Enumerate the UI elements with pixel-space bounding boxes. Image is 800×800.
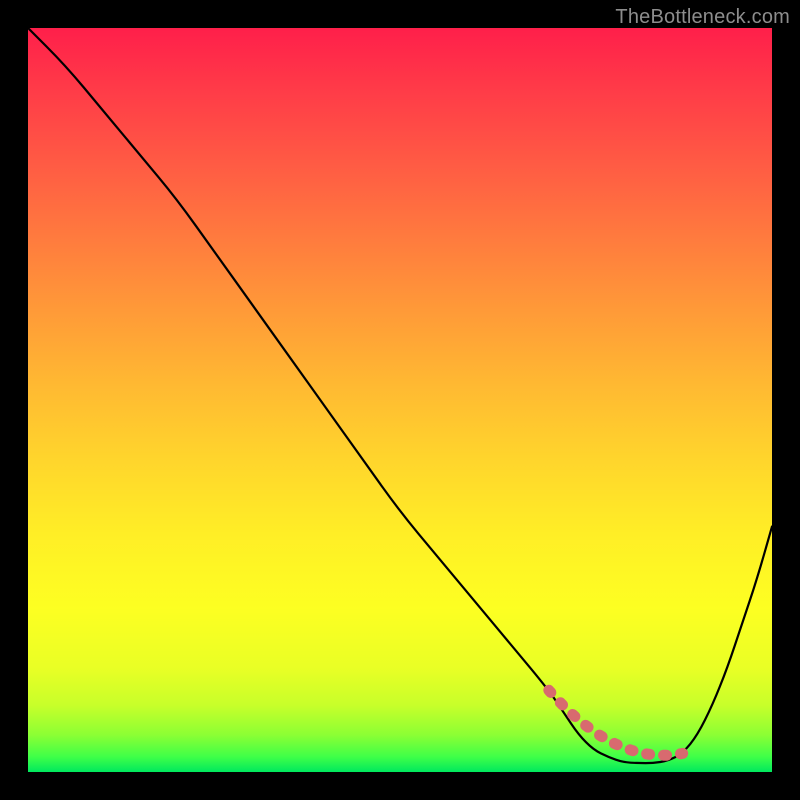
curve-layer: [28, 28, 772, 772]
outer-black-frame: TheBottleneck.com: [0, 0, 800, 800]
flat-minimum-marker: [549, 690, 683, 755]
bottleneck-curve: [28, 28, 772, 763]
watermark-text: TheBottleneck.com: [615, 6, 790, 29]
plot-area: [28, 28, 772, 772]
